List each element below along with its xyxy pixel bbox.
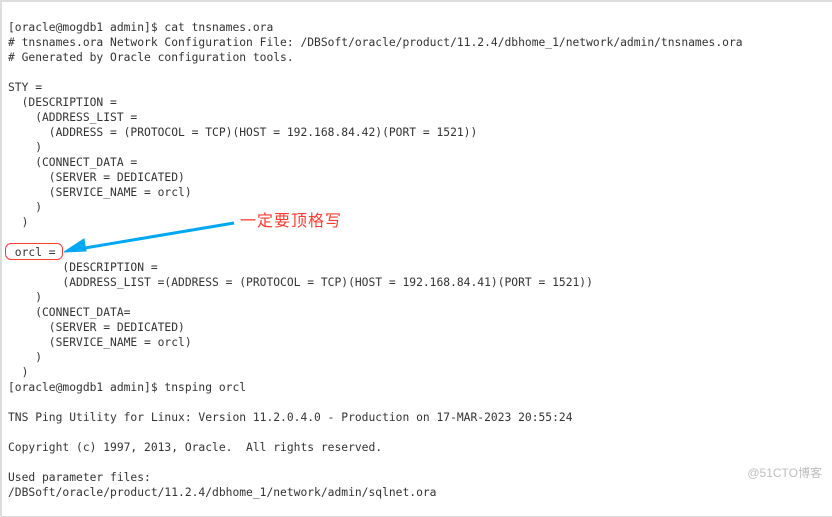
terminal-line: # Generated by Oracle configuration tool… xyxy=(8,51,294,64)
terminal-output: [oracle@mogdb1 admin]$ cat tnsnames.ora … xyxy=(2,2,832,517)
terminal-line: ) xyxy=(8,351,42,364)
terminal-line: orcl = xyxy=(8,246,56,259)
terminal-line: (ADDRESS_LIST =(ADDRESS = (PROTOCOL = TC… xyxy=(8,276,593,289)
terminal-line: ) xyxy=(8,201,42,214)
terminal-line: (SERVICE_NAME = orcl) xyxy=(8,336,192,349)
terminal-line: # tnsnames.ora Network Configuration Fil… xyxy=(8,36,743,49)
terminal-line: (DESCRIPTION = xyxy=(8,261,158,274)
watermark-text: @51CTO博客 xyxy=(747,466,822,481)
terminal-line: (SERVER = DEDICATED) xyxy=(8,171,185,184)
terminal-line: ) xyxy=(8,141,42,154)
terminal-line: (DESCRIPTION = xyxy=(8,96,117,109)
terminal-line: (SERVICE_NAME = orcl) xyxy=(8,186,192,199)
terminal-line: (ADDRESS = (PROTOCOL = TCP)(HOST = 192.1… xyxy=(8,126,477,139)
terminal-line: (SERVER = DEDICATED) xyxy=(8,321,185,334)
terminal-line: ) xyxy=(8,216,28,229)
terminal-line: Copyright (c) 1997, 2013, Oracle. All ri… xyxy=(8,441,382,454)
terminal-line: ) xyxy=(8,291,42,304)
terminal-line: (CONNECT_DATA= xyxy=(8,306,130,319)
terminal-line: ) xyxy=(8,366,28,379)
terminal-line: /DBSoft/oracle/product/11.2.4/dbhome_1/n… xyxy=(8,486,436,499)
terminal-line: (ADDRESS_LIST = xyxy=(8,111,137,124)
terminal-line: Used parameter files: xyxy=(8,471,151,484)
annotation-text: 一定要顶格写 xyxy=(240,214,342,229)
terminal-line: [oracle@mogdb1 admin]$ tnsping orcl xyxy=(8,381,246,394)
terminal-line: (CONNECT_DATA = xyxy=(8,156,137,169)
terminal-line: TNS Ping Utility for Linux: Version 11.2… xyxy=(8,411,573,424)
terminal-line: [oracle@mogdb1 admin]$ cat tnsnames.ora xyxy=(8,21,273,34)
terminal-line: TNS-03505: Failed to resolve name xyxy=(8,516,232,517)
terminal-line: STY = xyxy=(8,81,42,94)
